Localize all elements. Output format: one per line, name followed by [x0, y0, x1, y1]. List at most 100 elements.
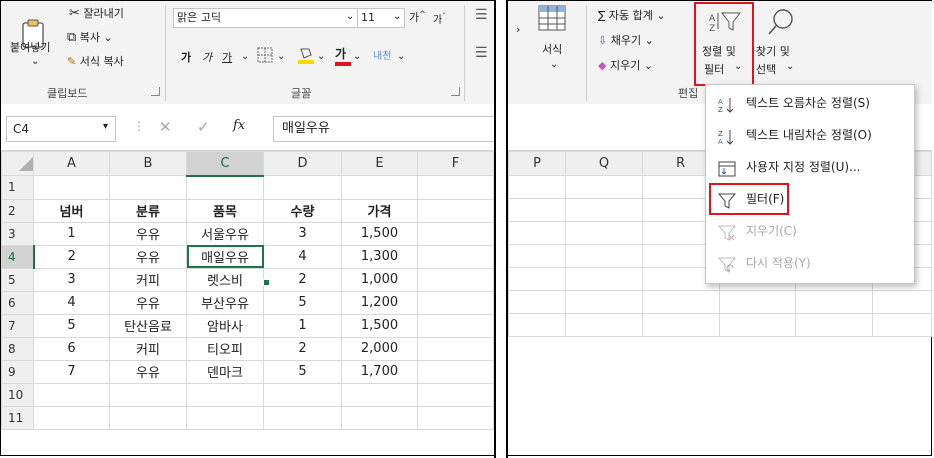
fill-color-button[interactable] — [297, 45, 315, 68]
cell[interactable] — [565, 221, 643, 245]
insert-function-button[interactable]: fx — [233, 118, 245, 133]
fill-chevron-icon[interactable]: ⌄ — [645, 34, 654, 47]
cell[interactable] — [263, 175, 342, 200]
cell[interactable]: 2 — [263, 267, 342, 292]
row-header[interactable]: 10 — [1, 382, 34, 407]
name-box-chevron-icon[interactable]: ▾ — [103, 121, 108, 132]
cell[interactable] — [417, 313, 494, 338]
menu-item-sort-ascending[interactable]: AZ 텍스트 오름차순 정렬(S) — [706, 89, 914, 117]
cell[interactable] — [417, 336, 494, 361]
cell[interactable] — [565, 198, 643, 222]
cell[interactable] — [565, 267, 643, 291]
cut-button[interactable]: ✂ 잘라내기 — [69, 5, 124, 21]
cell[interactable]: 3 — [33, 267, 110, 292]
cell[interactable]: 1 — [33, 221, 110, 246]
cell[interactable] — [109, 175, 187, 200]
paste-dropdown-chevron-icon[interactable]: ⌄ — [31, 56, 39, 67]
cancel-entry-icon[interactable]: ✕ — [159, 118, 172, 136]
cell[interactable] — [341, 382, 418, 407]
cell[interactable]: 1,300 — [341, 244, 418, 269]
menu-item-custom-sort[interactable]: 사용자 지정 정렬(U)... — [706, 153, 914, 181]
menu-item-reapply[interactable]: 다시 적용(Y) — [706, 249, 914, 277]
cell[interactable] — [33, 382, 110, 407]
cell[interactable]: 2,000 — [341, 336, 418, 361]
cell[interactable]: 탄산음료 — [109, 313, 187, 338]
header-cell[interactable]: 가격 — [341, 198, 418, 223]
cell[interactable] — [565, 313, 643, 337]
select-all-corner[interactable] — [1, 151, 34, 176]
font-size-chevron-icon[interactable]: ⌄ — [393, 11, 401, 22]
cell[interactable]: 1,700 — [341, 359, 418, 384]
row-header[interactable]: 9 — [1, 359, 34, 384]
cell[interactable] — [718, 313, 797, 337]
cell[interactable] — [417, 221, 494, 246]
column-header[interactable]: D — [263, 151, 342, 176]
header-cell[interactable]: 분류 — [109, 198, 187, 223]
cell[interactable] — [565, 175, 643, 199]
cell[interactable]: 커피 — [109, 336, 187, 361]
cell[interactable] — [565, 244, 643, 268]
cell[interactable]: 부산우유 — [186, 290, 264, 315]
column-header[interactable]: B — [109, 151, 187, 176]
cell[interactable] — [33, 175, 110, 200]
fill-handle[interactable] — [263, 279, 270, 286]
cell[interactable]: 5 — [263, 359, 342, 384]
cell[interactable] — [508, 267, 567, 291]
format-cells-button[interactable] — [538, 5, 566, 34]
column-header[interactable]: C — [186, 151, 264, 177]
cell[interactable] — [508, 198, 567, 222]
formula-input[interactable]: 매일우유 — [273, 116, 494, 142]
row-header[interactable]: 1 — [1, 175, 34, 200]
header-cell[interactable]: 수량 — [263, 198, 342, 223]
cell[interactable] — [795, 313, 873, 337]
cell[interactable]: 5 — [263, 290, 342, 315]
cell[interactable]: 5 — [33, 313, 110, 338]
font-name-chevron-icon[interactable]: ⌄ — [346, 11, 354, 22]
row-header[interactable]: 5 — [1, 267, 34, 292]
cell[interactable] — [565, 290, 643, 314]
font-color-button[interactable]: 가 — [335, 45, 351, 66]
grow-font-button[interactable]: 가^ — [409, 9, 426, 25]
cell[interactable]: 3 — [263, 221, 342, 246]
cell[interactable] — [186, 175, 264, 200]
italic-button[interactable]: 가 — [202, 49, 212, 65]
active-cell[interactable]: 매일우유 — [186, 244, 264, 269]
phonetic-chevron-icon[interactable]: ⌄ — [397, 51, 405, 62]
phonetic-button[interactable]: 내천 — [373, 47, 391, 62]
cell[interactable]: 4 — [263, 244, 342, 269]
clear-button[interactable]: ◆ 지우기 ⌄ — [598, 57, 653, 73]
cell[interactable] — [417, 175, 494, 200]
cell[interactable] — [341, 405, 418, 430]
cell[interactable] — [341, 175, 418, 200]
cell[interactable] — [417, 244, 494, 269]
fill-button[interactable]: ⇩ 채우기 ⌄ — [598, 32, 654, 48]
cell[interactable] — [109, 405, 187, 430]
fill-color-chevron-icon[interactable]: ⌄ — [317, 51, 325, 62]
cell[interactable] — [417, 405, 494, 430]
clear-chevron-icon[interactable]: ⌄ — [644, 59, 653, 72]
column-header[interactable]: Q — [565, 151, 643, 176]
cell[interactable]: 1,200 — [341, 290, 418, 315]
cell[interactable]: 우유 — [109, 359, 187, 384]
cell[interactable] — [417, 359, 494, 384]
cell[interactable]: 덴마크 — [186, 359, 264, 384]
clipboard-launcher-icon[interactable] — [151, 87, 160, 96]
underline-button[interactable]: 가 — [222, 49, 232, 65]
cell[interactable]: 1,500 — [341, 221, 418, 246]
borders-button[interactable] — [257, 47, 273, 66]
row-header[interactable]: 8 — [1, 336, 34, 361]
cell[interactable]: 우유 — [109, 244, 187, 269]
cell[interactable]: 암바사 — [186, 313, 264, 338]
cell[interactable] — [417, 198, 494, 223]
copy-dropdown-chevron-icon[interactable]: ⌄ — [104, 31, 113, 44]
row-header[interactable]: 4 — [1, 244, 35, 269]
cell[interactable]: 1,500 — [341, 313, 418, 338]
autosum-button[interactable]: ∑ 자동 합계 ⌄ — [598, 7, 666, 23]
cell[interactable] — [186, 382, 264, 407]
cell[interactable]: 서울우유 — [186, 221, 264, 246]
cell[interactable]: 우유 — [109, 290, 187, 315]
copy-button[interactable]: ⧉ 복사 ⌄ — [67, 29, 113, 45]
menu-item-clear-filter[interactable]: 지우기(C) — [706, 217, 914, 245]
cell[interactable]: 4 — [33, 290, 110, 315]
underline-chevron-icon[interactable]: ⌄ — [241, 51, 249, 62]
